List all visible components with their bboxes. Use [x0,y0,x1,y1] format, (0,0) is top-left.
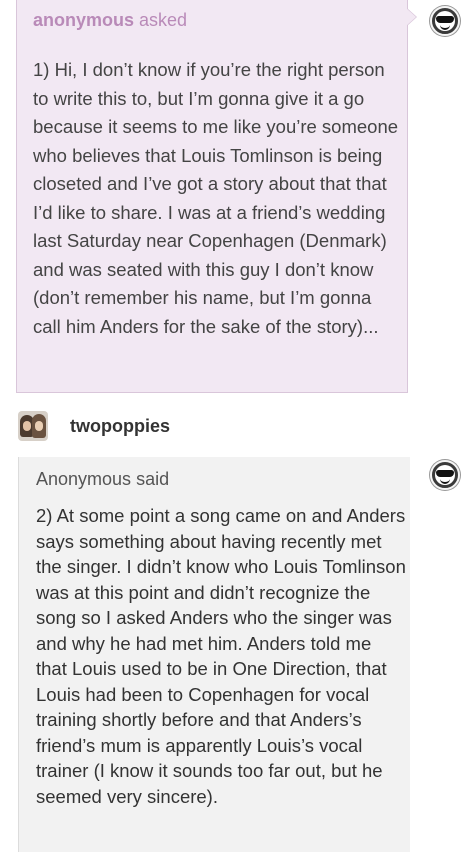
sunglasses-avatar-icon[interactable] [430,6,460,36]
quote-box: Anonymous said 2) At some point a song c… [18,457,410,852]
reblogger-row[interactable]: twopoppies [18,410,170,442]
quote-body-text: 2) At some point a song came on and Ande… [36,505,406,807]
ask-verb: asked [139,10,188,30]
speech-pointer-icon [406,8,416,26]
avatar-glasses [436,470,454,477]
ask-header: anonymous asked [33,8,187,32]
reblogger-username[interactable]: twopoppies [70,416,170,437]
sunglasses-avatar-icon[interactable] [430,460,460,490]
avatar-glasses [436,16,454,23]
ask-body-text: 1) Hi, I don’t know if you’re the right … [33,59,399,337]
quote-author: Anonymous [36,469,132,489]
user-avatar-photo[interactable] [18,411,48,441]
asker-name[interactable]: anonymous [33,10,134,30]
quote-verb: said [136,469,170,489]
ask-box: anonymous asked 1) Hi, I don’t know if y… [16,0,408,393]
quote-header: Anonymous said [36,469,169,490]
